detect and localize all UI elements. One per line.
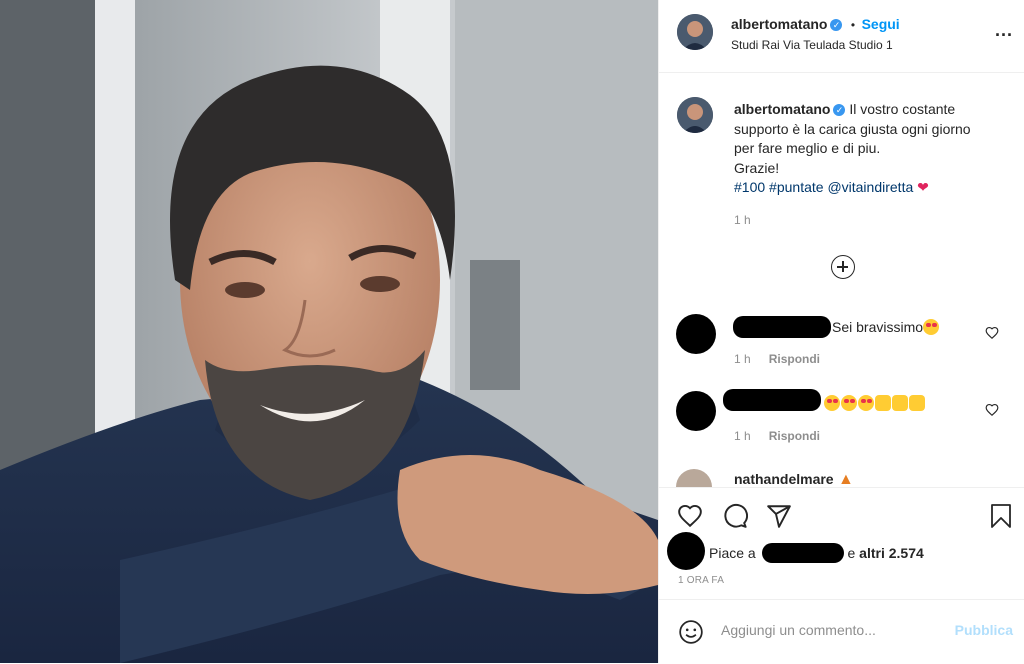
hashtag-100[interactable]: #100 xyxy=(734,179,765,195)
reply-button[interactable]: Rispondi xyxy=(769,352,820,366)
caption-author-avatar[interactable] xyxy=(677,97,713,133)
redacted-username xyxy=(733,316,831,338)
verified-badge-icon: ✓ xyxy=(830,19,843,31)
post-photo[interactable] xyxy=(0,0,658,663)
likes-summary: Piace a e altri 2.574 xyxy=(709,543,924,563)
more-options-icon[interactable]: ... xyxy=(995,20,1013,41)
author-username[interactable]: albertomatano xyxy=(731,16,827,32)
comment-author-line: nathandelmare ▲ xyxy=(734,471,854,487)
add-comment-bar: Aggiungi un commento... Pubblica xyxy=(659,599,1024,664)
clapping-hands-emoji-icon xyxy=(875,395,891,411)
comment-time[interactable]: 1 h xyxy=(734,429,751,443)
save-bookmark-icon[interactable] xyxy=(989,503,1013,529)
hashtag-puntate[interactable]: #puntate xyxy=(769,179,824,195)
emoji-picker-icon[interactable] xyxy=(678,619,704,645)
comments-scroll-area[interactable]: albertomatano ✓ Il vostro costante suppor… xyxy=(659,73,1024,487)
comment-text-value: Sei bravissimo xyxy=(832,319,924,335)
comment-username[interactable]: nathandelmare xyxy=(734,471,834,487)
fire-emoji-icon: ▲ xyxy=(838,471,854,487)
commenter-avatar[interactable] xyxy=(676,314,716,354)
caption-line-1: Il vostro costante xyxy=(849,101,956,117)
author-line: albertomatano ✓ • Segui xyxy=(731,16,900,34)
author-avatar[interactable] xyxy=(677,14,713,50)
load-more-comments-icon[interactable] xyxy=(831,255,855,279)
red-heart-icon: ❤ xyxy=(917,179,929,195)
mention-vitaindiretta[interactable]: @vitaindiretta xyxy=(827,179,913,195)
verified-badge-icon: ✓ xyxy=(833,104,846,116)
comment-like-heart-icon[interactable] xyxy=(985,326,999,340)
clapping-hands-emoji-icon xyxy=(892,395,908,411)
publish-button[interactable]: Pubblica xyxy=(955,622,1013,638)
post-actions: Piace a e altri 2.574 1 ORA FA xyxy=(659,487,1024,600)
post-caption: albertomatano ✓ Il vostro costante suppor… xyxy=(734,100,1014,198)
heart-eyes-emoji-icon xyxy=(858,395,874,411)
liker-avatar[interactable] xyxy=(667,532,705,570)
comment-text: Sei bravissimo xyxy=(832,319,940,335)
comment-meta: 1 h Rispondi xyxy=(734,352,820,366)
comment-emoji-text xyxy=(824,395,926,411)
likes-prefix: Piace a xyxy=(709,545,756,561)
commenter-avatar[interactable] xyxy=(676,391,716,431)
post-timestamp[interactable]: 1 ORA FA xyxy=(678,575,724,586)
share-paper-plane-icon[interactable] xyxy=(766,503,792,529)
separator-dot: • xyxy=(850,18,856,32)
comment-bubble-icon[interactable] xyxy=(722,503,748,529)
likes-count-button[interactable]: altri 2.574 xyxy=(859,545,924,561)
caption-line-3: per fare meglio e di piu. xyxy=(734,140,881,156)
heart-eyes-emoji-icon xyxy=(923,319,940,335)
caption-line-2: supporto è la carica giusta ogni giorno xyxy=(734,120,971,137)
heart-eyes-emoji-icon xyxy=(824,395,840,411)
commenter-avatar[interactable] xyxy=(676,469,712,487)
comment-meta: 1 h Rispondi xyxy=(734,429,820,443)
post-photo-image xyxy=(0,0,658,663)
likes-conj: e xyxy=(847,545,856,561)
follow-button[interactable]: Segui xyxy=(862,16,900,32)
like-heart-icon[interactable] xyxy=(677,503,703,529)
redacted-liker-username[interactable] xyxy=(761,543,844,563)
comment-like-heart-icon[interactable] xyxy=(985,403,999,417)
post-header: albertomatano ✓ • Segui Studi Rai Via Teu… xyxy=(659,0,1024,73)
clapping-hands-emoji-icon xyxy=(909,395,925,411)
redacted-username xyxy=(723,389,821,411)
caption-username[interactable]: albertomatano xyxy=(734,101,830,117)
caption-line-4: Grazie! xyxy=(734,159,780,176)
comment-input[interactable]: Aggiungi un commento... xyxy=(721,622,876,638)
post-location[interactable]: Studi Rai Via Teulada Studio 1 xyxy=(731,38,893,52)
post-side-panel: albertomatano ✓ • Segui Studi Rai Via Teu… xyxy=(658,0,1024,663)
comment-time[interactable]: 1 h xyxy=(734,352,751,366)
heart-eyes-emoji-icon xyxy=(841,395,857,411)
reply-button[interactable]: Rispondi xyxy=(769,429,820,443)
caption-time[interactable]: 1 h xyxy=(734,213,751,227)
